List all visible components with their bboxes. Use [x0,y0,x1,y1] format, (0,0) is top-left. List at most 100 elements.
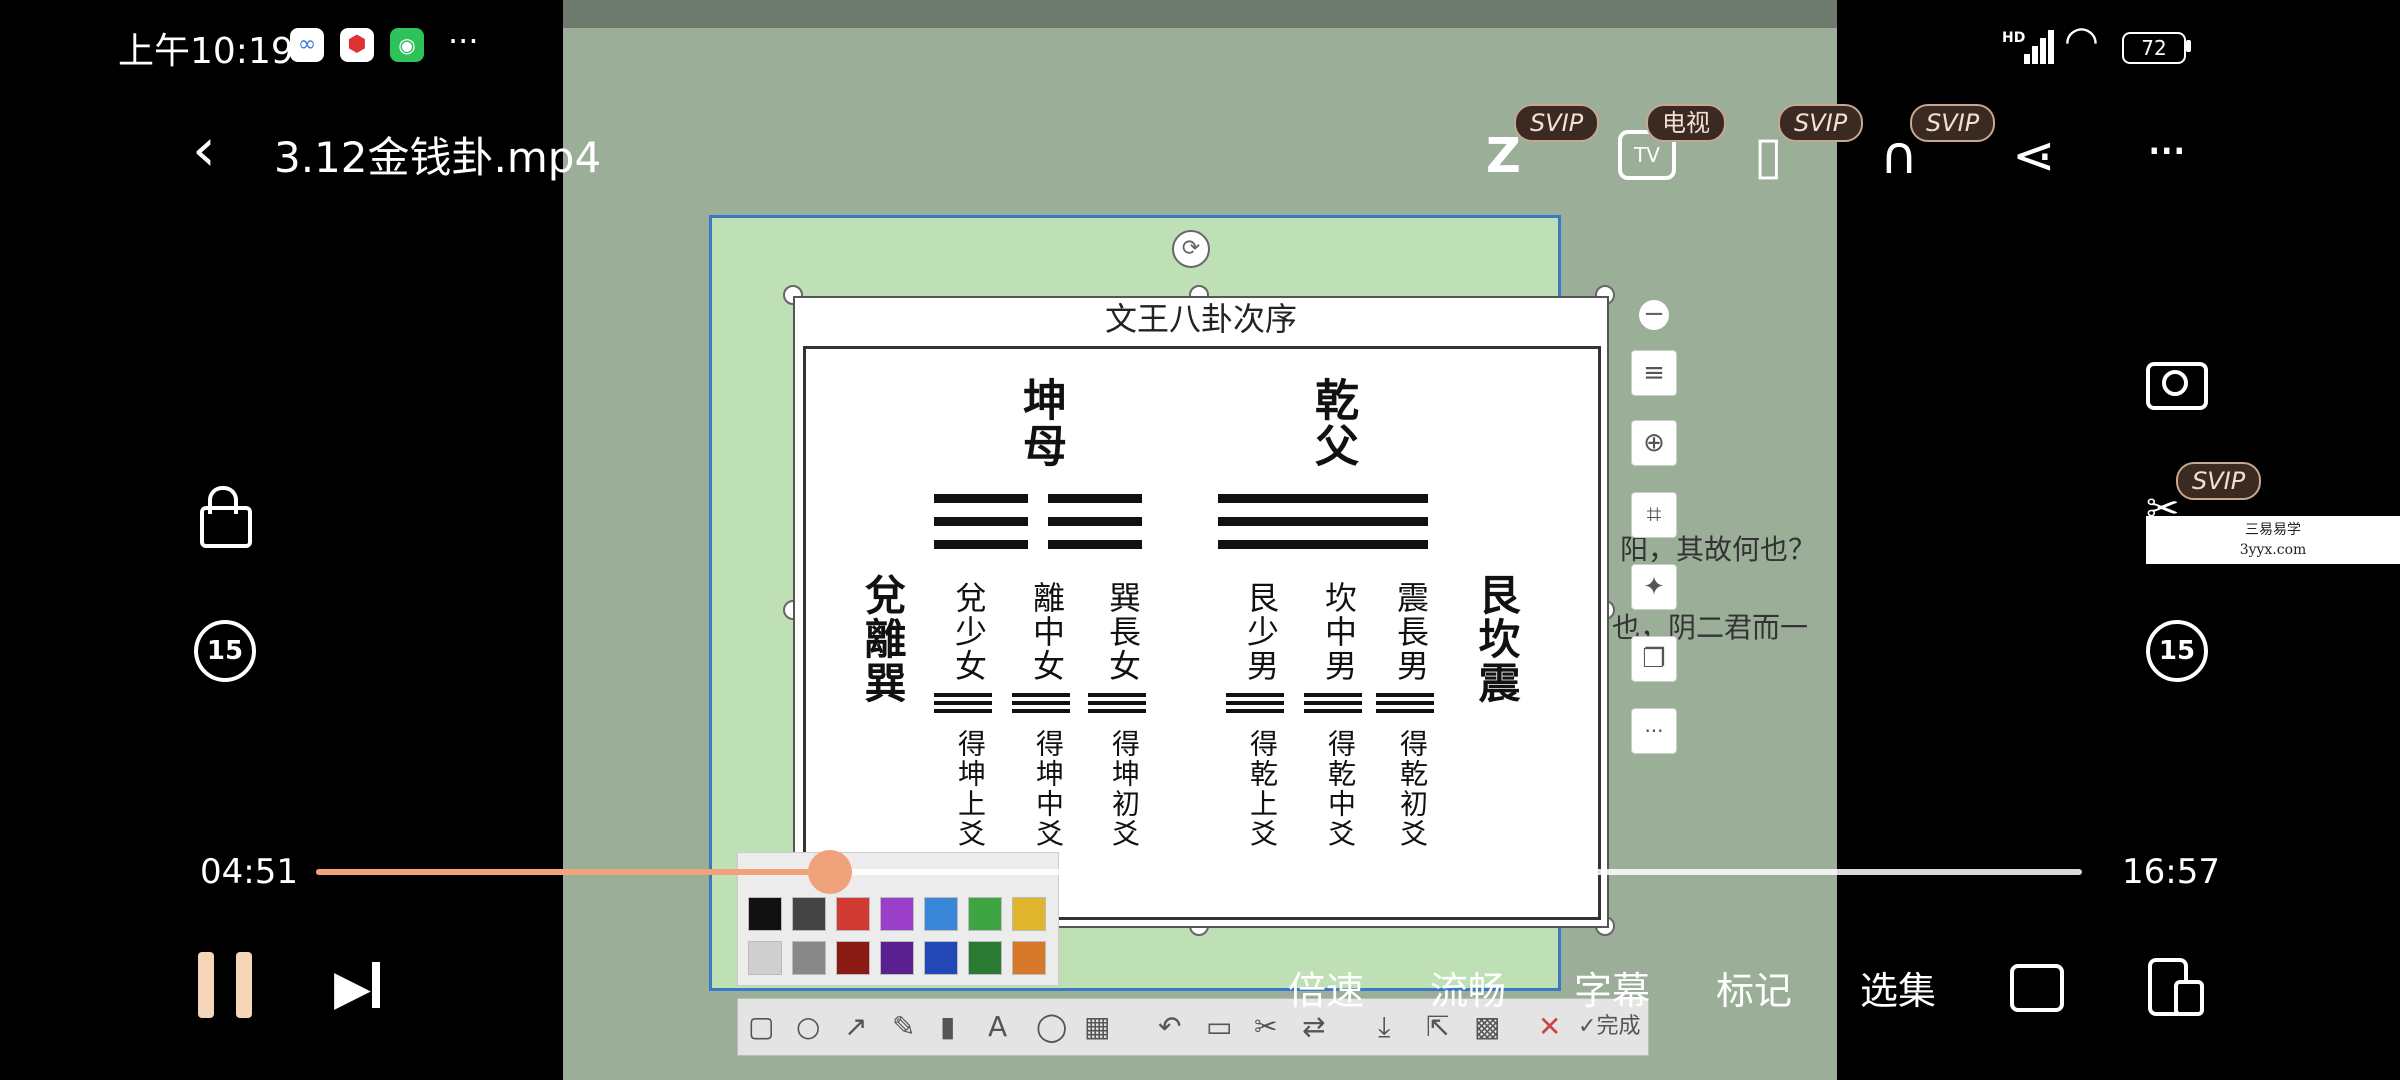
annotation-toolbar: ▢ ○ ↗ ✎ ▮ A ◯ ▦ ↶ ▭ ✂ ⇄ ⤓ ⇱ ▩ ✕ ✓完成 [737,998,1649,1056]
progress-thumb[interactable] [807,850,852,894]
subtitle-button[interactable]: 字幕 [1574,960,1650,1015]
notification-more-icon: ··· [448,22,479,60]
undo-icon[interactable]: ↶ [1158,999,1181,1055]
watermark-name: 三易易学 [2245,522,2301,538]
image-copy-icon[interactable]: ❐ [1631,636,1677,682]
lock-shackle [208,486,238,514]
svip-badge: SVIP [1778,104,1864,142]
slide-card: 文王八卦次序 坤母 乾父 兌離巽 艮坎震 兌少女 離中女 巽長女 艮少男 坎中男… [793,296,1609,928]
more-icon[interactable]: ··· [2146,122,2188,182]
rotate-handle-icon[interactable]: ⟳ [1172,230,1210,268]
speed-button[interactable]: 倍速 [1288,960,1364,1015]
daughter-label: 巽長女 [1104,581,1142,683]
pen-tool-icon[interactable]: ✎ [892,999,915,1055]
done-label: 完成 [1596,1014,1641,1039]
color-swatch[interactable] [1012,941,1046,975]
pip-icon[interactable] [2010,964,2064,1012]
color-swatch[interactable] [968,897,1002,931]
right-group-label: 艮坎震 [1472,573,1521,705]
slide-title: 文王八卦次序 [1104,300,1297,338]
back-icon[interactable]: ‹ [192,120,216,180]
camera-lens [2162,370,2188,396]
ocr-icon[interactable]: ✂ [1254,999,1277,1055]
kun-label: 坤母 [1015,377,1066,469]
next-episode-bar [372,962,380,1008]
mark-button[interactable]: 标记 [1716,960,1792,1015]
svip-badge: SVIP [2176,462,2262,500]
video-top-strip [563,0,1837,28]
save-icon[interactable]: ▭ [1206,999,1232,1055]
zoom-icon[interactable]: ⊕ [1631,420,1677,466]
mosaic-tool-icon[interactable]: ▦ [1084,999,1110,1055]
more-tools-icon[interactable]: ··· [1631,708,1677,754]
baidu-cloud-icon: ∞ [290,28,324,62]
text-tool-icon[interactable]: A [988,999,1007,1055]
qian-label: 乾父 [1307,377,1358,469]
quality-button[interactable]: 流畅 [1430,960,1506,1015]
tv-badge: 电视 [1646,104,1726,142]
arrow-tool-icon[interactable]: ↗ [844,999,867,1055]
map-pin-icon: ⬢ [340,28,374,62]
site-watermark: 三易易学 3yyx.com [2146,516,2400,564]
wifi-icon: ◠ [2064,18,2099,64]
derivation-label: 得坤初爻 [1108,729,1141,849]
wechat-icon: ◉ [390,28,424,62]
derivation-label: 得乾初爻 [1396,729,1429,849]
son-label: 艮少男 [1242,581,1280,683]
circle-tool-icon[interactable]: ○ [796,999,820,1055]
rectangle-tool-icon[interactable]: ▢ [748,999,774,1055]
share-icon[interactable]: ⋖ [2012,126,2056,186]
text-wrap-icon[interactable]: ≡ [1631,350,1677,396]
battery-icon: 72 [2122,32,2186,64]
pause-bar [236,952,252,1018]
color-swatch[interactable] [748,897,782,931]
pause-button[interactable] [198,952,256,1018]
rewind-15-icon[interactable]: 15 [194,620,256,682]
color-swatch[interactable] [1012,897,1046,931]
color-swatch[interactable] [836,897,870,931]
pause-bar [198,952,214,1018]
color-swatch[interactable] [748,941,782,975]
progress-track[interactable] [316,850,2082,894]
collapse-icon[interactable]: − [1639,300,1669,330]
elapsed-time: 04:51 [200,852,298,892]
son-label: 坎中男 [1320,581,1358,683]
episodes-button[interactable]: 选集 [1860,960,1936,1015]
rewind-15-label: 15 [206,636,244,666]
svip-badge: SVIP [1910,104,1996,142]
signal-icon [2010,28,2054,64]
watermark-url: 3yyx.com [2239,542,2307,558]
daughter-label: 兌少女 [950,581,988,683]
color-swatch[interactable] [924,897,958,931]
download-icon[interactable]: ⤓ [1378,999,1390,1055]
color-swatch[interactable] [836,941,870,975]
color-swatch[interactable] [792,897,826,931]
cancel-icon[interactable]: ✕ [1538,999,1561,1055]
color-swatch[interactable] [968,941,1002,975]
color-swatch[interactable] [792,941,826,975]
color-swatch[interactable] [924,941,958,975]
forward-15-icon[interactable]: 15 [2146,620,2208,682]
forward-15-label: 15 [2158,636,2196,666]
battery-tip [2186,40,2191,52]
headphones-icon[interactable]: ∩ [1880,126,1918,186]
next-episode-icon[interactable]: ▶ [334,960,371,1016]
color-swatch[interactable] [880,941,914,975]
lightbulb-icon[interactable]: ✦ [1631,564,1677,610]
z-speed-icon[interactable]: Z [1486,128,1521,184]
crop-icon[interactable]: ⌗ [1631,492,1677,538]
derivation-label: 得乾中爻 [1324,729,1357,849]
son-label: 震長男 [1392,581,1430,683]
battery-level: 72 [2141,36,2167,60]
bubble-tool-icon[interactable]: ◯ [1036,999,1067,1055]
color-swatch[interactable] [880,897,914,931]
derivation-label: 得坤中爻 [1032,729,1065,849]
video-title: 3.12金钱卦.mp4 [274,133,602,182]
left-group-label: 兌離巽 [858,573,907,705]
svip-badge: SVIP [1514,104,1600,142]
progress-fill [316,869,830,875]
marker-tool-icon[interactable]: ▮ [940,999,955,1055]
daughter-label: 離中女 [1028,581,1066,683]
clock: 上午10:19 [118,31,294,72]
book-icon[interactable]: ▯ [1754,126,1783,186]
